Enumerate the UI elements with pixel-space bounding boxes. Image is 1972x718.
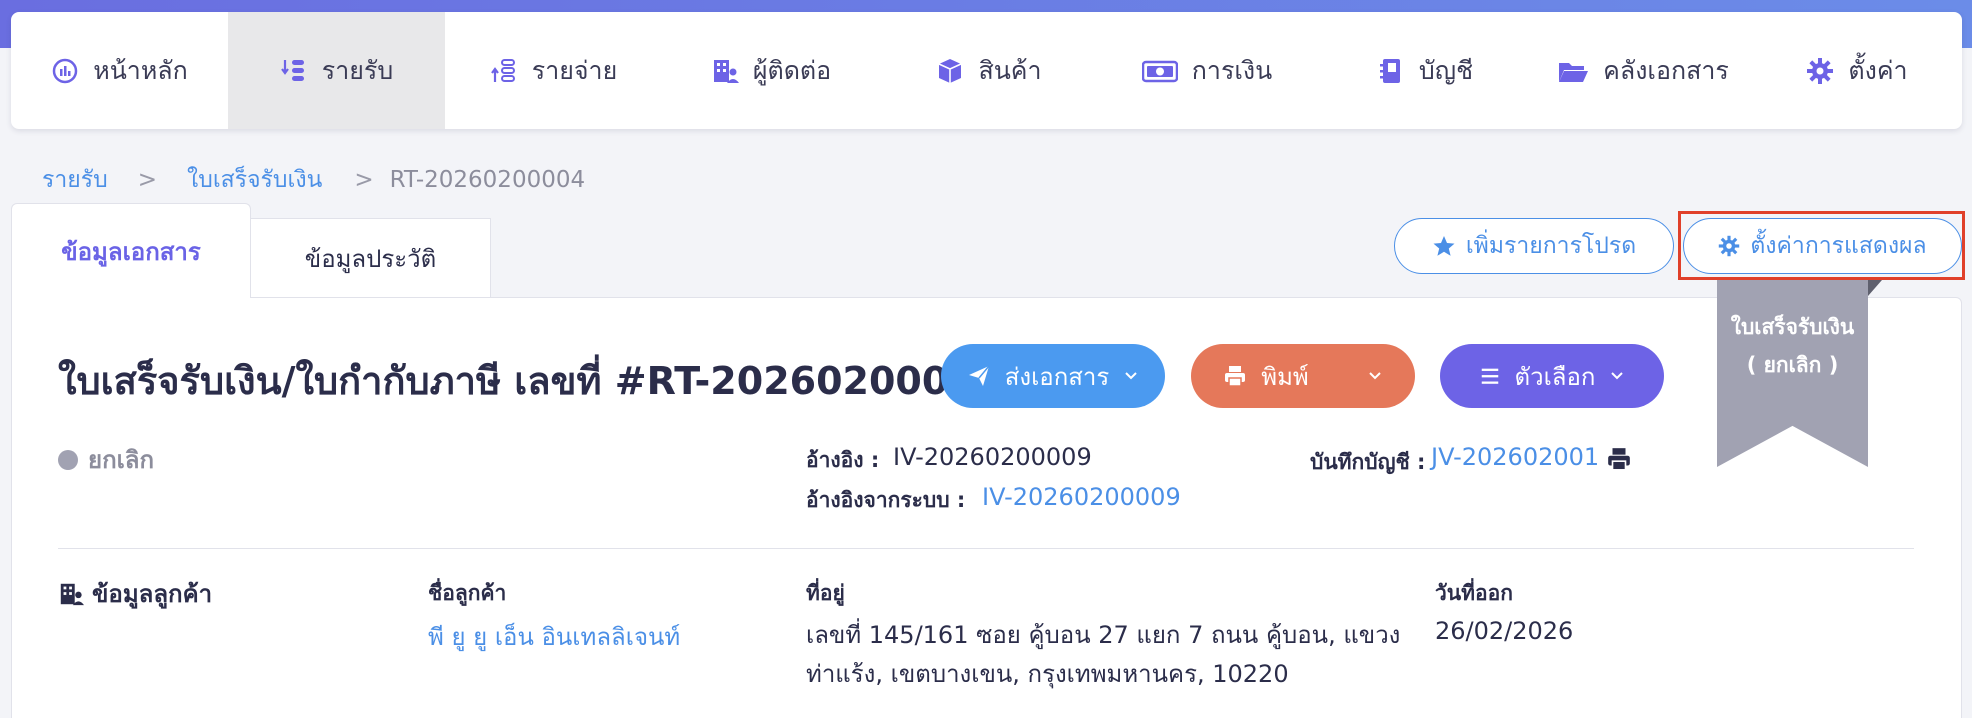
- tab-document-info[interactable]: ข้อมูลเอกสาร: [11, 203, 251, 298]
- ribbon-status: ( ยกเลิก ): [1746, 353, 1839, 377]
- journal-label: บันทึกบัญชี :: [1310, 450, 1426, 474]
- reference-label: อ้างอิง :: [806, 448, 880, 472]
- status-label: ยกเลิก: [88, 446, 155, 474]
- customer-section-title: ข้อมูลลูกค้า: [58, 574, 212, 613]
- menu-icon: [1481, 368, 1498, 384]
- nav-item-products[interactable]: สินค้า: [880, 12, 1098, 129]
- nav-item-accounting[interactable]: บัญชี: [1316, 12, 1534, 129]
- system-ref-label: อ้างอิงจากระบบ :: [806, 488, 966, 512]
- tab-history-info[interactable]: ข้อมูลประวัติ: [250, 218, 491, 298]
- reference-value: IV-20260200009: [893, 443, 1092, 471]
- nav-label: หน้าหลัก: [93, 55, 188, 85]
- ribbon-doc-type: ใบเสร็จรับเงิน: [1730, 315, 1855, 339]
- paper-plane-icon: [968, 365, 990, 386]
- journal-link[interactable]: JV-202602001: [1431, 443, 1599, 471]
- address-label: ที่อยู่: [806, 581, 845, 605]
- chevron-down-icon: [1369, 372, 1381, 380]
- coins-up-icon: [490, 57, 518, 85]
- nav-item-finance[interactable]: การเงิน: [1098, 12, 1316, 129]
- options-button[interactable]: ตัวเลือก: [1440, 344, 1664, 408]
- nav-item-documents[interactable]: คลังเอกสาร: [1534, 12, 1752, 129]
- chevron-down-icon: [1611, 372, 1624, 380]
- add-favorite-button[interactable]: เพิ่มรายการโปรด: [1394, 218, 1674, 274]
- issue-date-label: วันที่ออก: [1435, 581, 1513, 605]
- status-dot: [58, 449, 78, 470]
- folder-open-icon: [1557, 57, 1589, 85]
- nav-label: ตั้งค่า: [1848, 55, 1908, 85]
- divider: [58, 548, 1914, 549]
- main-nav: หน้าหลัก รายรับ รายจ่าย ผู้ติดต่อ สินค้า…: [11, 12, 1962, 129]
- star-icon: [1433, 236, 1455, 256]
- nav-label: สินค้า: [978, 55, 1042, 85]
- breadcrumb-receipts[interactable]: ใบเสร็จรับเงิน: [187, 162, 322, 198]
- print-label: พิมพ์: [1261, 362, 1309, 391]
- customer-section-label: ข้อมูลลูกค้า: [92, 580, 213, 608]
- issue-date-value: 26/02/2026: [1435, 617, 1574, 645]
- building-contact-icon: [711, 57, 739, 85]
- box-icon: [936, 57, 964, 85]
- nav-label: บัญชี: [1418, 55, 1474, 85]
- nav-label: การเงิน: [1191, 55, 1273, 85]
- print-button[interactable]: พิมพ์: [1191, 344, 1415, 408]
- chevron-down-icon: [1125, 372, 1137, 380]
- dashboard-icon: [51, 57, 79, 85]
- breadcrumb-separator: >: [137, 167, 157, 193]
- send-document-button[interactable]: ส่งเอกสาร: [941, 344, 1165, 408]
- status-badge: ยกเลิก: [58, 440, 154, 479]
- highlight-box: [1678, 211, 1965, 280]
- nav-item-expense[interactable]: รายจ่าย: [445, 12, 662, 129]
- coins-down-icon: [280, 57, 308, 85]
- ribbon-fold: [1868, 280, 1882, 296]
- breadcrumb: รายรับ > ใบเสร็จรับเงิน > RT-20260200004: [42, 162, 585, 198]
- system-ref-link[interactable]: IV-20260200009: [982, 483, 1181, 511]
- nav-label: รายรับ: [321, 55, 394, 85]
- nav-label: ผู้ติดต่อ: [752, 55, 832, 85]
- nav-label: คลังเอกสาร: [1603, 55, 1729, 85]
- nav-item-income[interactable]: รายรับ: [228, 12, 445, 129]
- breadcrumb-income[interactable]: รายรับ: [42, 162, 108, 198]
- nav-item-home[interactable]: หน้าหลัก: [11, 12, 228, 129]
- nav-item-settings[interactable]: ตั้งค่า: [1752, 12, 1962, 129]
- customer-name-label: ชื่อลูกค้า: [428, 581, 507, 605]
- nav-item-contacts[interactable]: ผู้ติดต่อ: [662, 12, 880, 129]
- add-favorite-label: เพิ่มรายการโปรด: [1465, 233, 1637, 259]
- address-value: เลขที่ 145/161 ซอย คู้บอน 27 แยก 7 ถนน ค…: [806, 621, 1401, 688]
- building-contact-icon: [60, 583, 84, 605]
- print-journal-icon[interactable]: [1606, 446, 1632, 472]
- gear-icon: [1806, 57, 1834, 85]
- printer-icon: [1225, 366, 1246, 387]
- send-document-label: ส่งเอกสาร: [1004, 362, 1110, 391]
- page-title: ใบเสร็จรับเงิน/ใบกำกับภาษี เลขที่ #RT-20…: [58, 359, 1002, 403]
- nav-label: รายจ่าย: [531, 55, 618, 85]
- options-label: ตัวเลือก: [1514, 362, 1596, 391]
- customer-name-link[interactable]: พี ยู ยู เอ็น อินเทลลิเจนท์: [428, 617, 680, 656]
- breadcrumb-current: RT-20260200004: [389, 167, 586, 193]
- ledger-icon: [1377, 57, 1405, 85]
- ribbon-text: ใบเสร็จรับเงิน ( ยกเลิก ): [1717, 308, 1868, 384]
- money-icon: [1141, 57, 1178, 85]
- breadcrumb-separator: >: [354, 167, 374, 193]
